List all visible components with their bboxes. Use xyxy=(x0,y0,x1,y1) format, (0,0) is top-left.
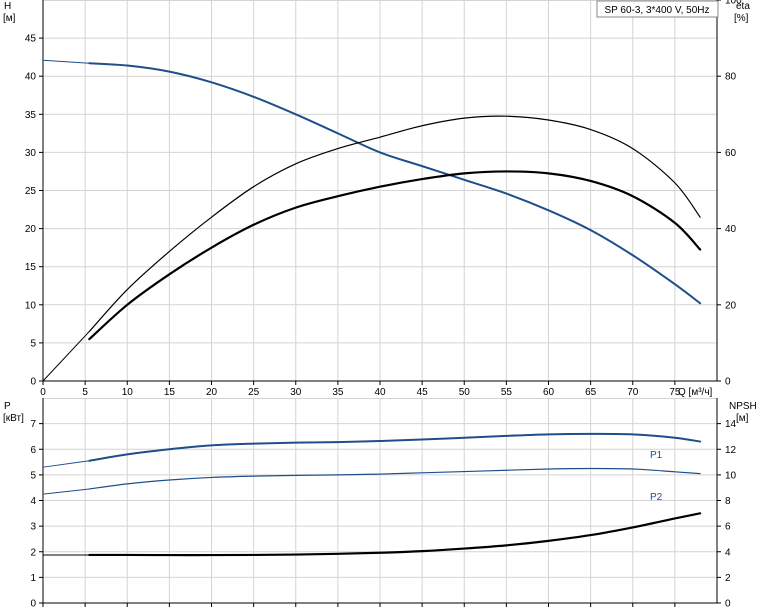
y-left-tick-label: 45 xyxy=(25,34,37,45)
series-label-p2: P2 xyxy=(650,492,663,503)
curve-p2-extension xyxy=(42,488,90,495)
x-tick-label: 60 xyxy=(543,387,555,398)
x-tick-label: 25 xyxy=(248,387,260,398)
x-tick-label: 15 xyxy=(164,387,176,398)
pump-performance-chart: 0 5 10 15 20 25 30 35 40 45 50 55 60 65 70 750510152025… xyxy=(3,0,757,610)
curve-npsh xyxy=(88,512,702,557)
y-right-tick-label: 60 xyxy=(725,148,737,159)
series-label-p1: P1 xyxy=(650,450,663,461)
curve-eta_total xyxy=(88,170,702,341)
lower-left-axis-label-line1: P xyxy=(4,401,11,412)
y-left-tick-label: 3 xyxy=(30,522,36,533)
x-tick-label: 5 xyxy=(82,387,88,398)
x-tick-label: 30 xyxy=(290,387,302,398)
upper-right-axis-label-line2: [%] xyxy=(734,13,749,24)
curve-h-extension xyxy=(42,59,90,64)
x-tick-label: 20 xyxy=(206,387,218,398)
x-tick-label: 35 xyxy=(332,387,344,398)
y-right-tick-label: 4 xyxy=(725,547,731,558)
x-tick-label: 10 xyxy=(122,387,134,398)
curve-p2 xyxy=(88,467,701,490)
y-left-tick-label: 30 xyxy=(25,148,37,159)
y-right-tick-label: 2 xyxy=(725,573,731,584)
y-left-tick-label: 15 xyxy=(25,262,37,273)
upper-chart-grid xyxy=(39,0,721,385)
y-left-tick-label: 2 xyxy=(30,547,36,558)
y-left-tick-label: 6 xyxy=(30,445,36,456)
y-left-tick-label: 40 xyxy=(25,72,37,83)
y-right-tick-label: 40 xyxy=(725,224,737,235)
y-right-tick-label: 6 xyxy=(725,522,731,533)
upper-right-axis-label-line1: eta xyxy=(736,1,750,12)
lower-chart-grid xyxy=(39,398,721,607)
upper-left-axis-label-line1: H xyxy=(4,1,11,12)
y-right-tick-label: 12 xyxy=(725,445,737,456)
y-left-tick-label: 25 xyxy=(25,186,37,197)
y-right-tick-label: 20 xyxy=(725,300,737,311)
curve-p1 xyxy=(88,432,702,462)
y-left-tick-label: 0 xyxy=(30,377,36,388)
lower-right-axis-label-line2: [м] xyxy=(736,413,749,424)
x-tick-label: 65 xyxy=(585,387,597,398)
y-right-tick-label: 0 xyxy=(725,599,731,610)
y-left-tick-label: 35 xyxy=(25,110,37,121)
x-tick-label: 45 xyxy=(417,387,429,398)
y-left-tick-label: 10 xyxy=(25,300,37,311)
x-tick-label: 0 xyxy=(40,387,46,398)
upper-left-axis-label-line2: [м] xyxy=(3,13,16,24)
y-left-tick-label: 7 xyxy=(30,419,36,430)
x-tick-label: 40 xyxy=(374,387,386,398)
curve-eta_hydraulic xyxy=(88,115,701,333)
y-left-tick-label: 5 xyxy=(30,470,36,481)
curves xyxy=(42,59,702,557)
x-tick-label: 50 xyxy=(459,387,471,398)
y-right-tick-label: 80 xyxy=(725,72,737,83)
y-right-tick-label: 10 xyxy=(725,470,737,481)
y-left-tick-label: 0 xyxy=(30,599,36,610)
curve-eta_hydraulic-extension xyxy=(42,331,90,382)
curve-p1-extension xyxy=(42,460,90,468)
y-right-tick-label: 8 xyxy=(725,496,731,507)
lower-right-axis-label-line1: NPSH xyxy=(729,401,757,412)
x-tick-label: 55 xyxy=(501,387,513,398)
y-left-tick-label: 5 xyxy=(30,338,36,349)
y-left-tick-label: 4 xyxy=(30,496,36,507)
x-axis-label: Q [м³/ч] xyxy=(678,387,713,398)
y-left-tick-label: 1 xyxy=(30,573,36,584)
y-right-tick-label: 0 xyxy=(725,377,731,388)
chart-title: SP 60-3, 3*400 V, 50Hz xyxy=(604,5,709,16)
y-right-tick-label: 14 xyxy=(725,419,737,430)
x-tick-label: 70 xyxy=(627,387,639,398)
lower-left-axis-label-line2: [кВт] xyxy=(3,413,24,424)
y-left-tick-label: 20 xyxy=(25,224,37,235)
